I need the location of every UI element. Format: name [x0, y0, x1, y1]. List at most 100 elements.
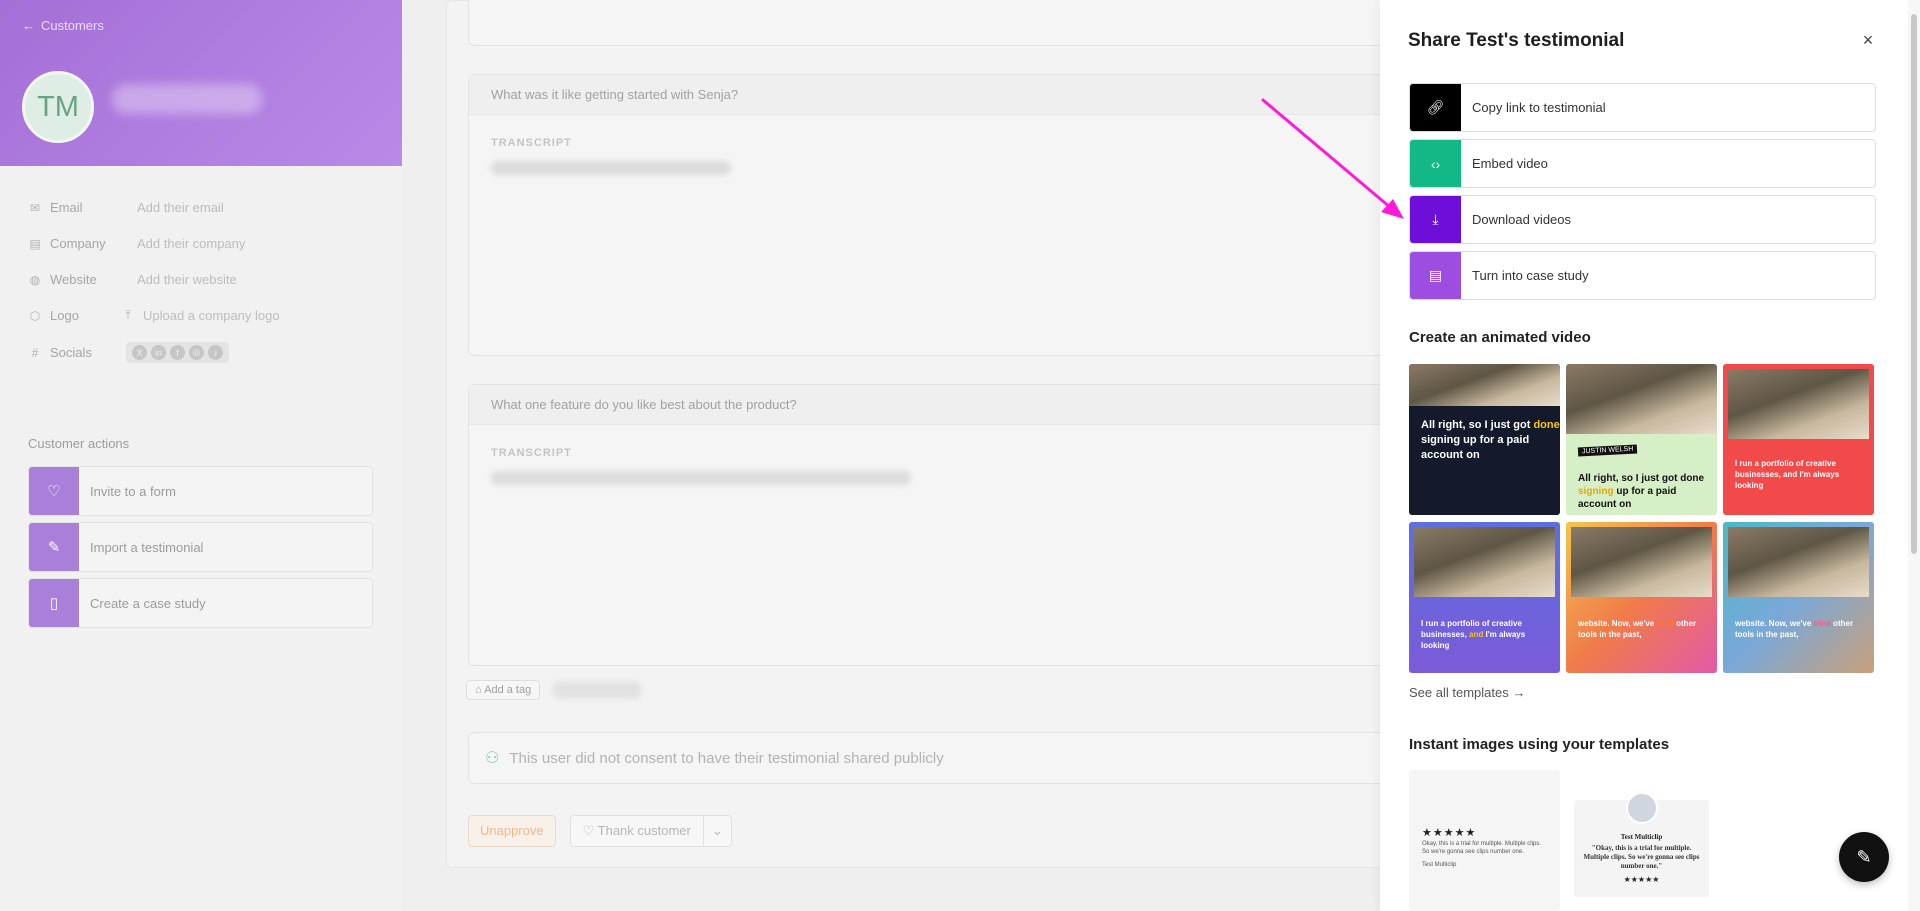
book-icon: ▯ — [29, 579, 79, 627]
video-template-tile[interactable]: I run a portfolio of creative businesses… — [1409, 522, 1560, 673]
building-icon: ▤ — [29, 236, 41, 251]
thank-customer-button[interactable]: ♡ Thank customer ⌄ — [569, 815, 732, 847]
video-template-tile[interactable]: website. Now, we've tried other tools in… — [1566, 522, 1717, 673]
invite-to-form-button[interactable]: ♡ Invite to a form — [28, 466, 373, 516]
testimonial-quote: Okay, this is a trial for multiple. Mult… — [1422, 841, 1541, 855]
share-panel: Share Test's testimonial × 🔗︎ Copy link … — [1380, 0, 1908, 911]
question-box: What one feature do you like best about … — [468, 384, 1488, 666]
create-case-study-button[interactable]: ▯ Create a case study — [28, 578, 373, 628]
heart-icon: ♡ — [29, 467, 79, 515]
video-thumbnail — [1728, 527, 1869, 597]
back-label: Customers — [41, 18, 104, 33]
tag-icon: ⌂ — [475, 684, 482, 696]
image-template-card[interactable]: ★★★★★ Okay, this is a trial for multiple… — [1409, 770, 1560, 911]
chat-support-button[interactable]: ✎ — [1839, 832, 1889, 882]
video-thumbnail — [1566, 364, 1717, 434]
thank-customer-main[interactable]: ♡ Thank customer — [571, 816, 704, 846]
invite-label: Invite to a form — [90, 483, 176, 499]
video-template-tile[interactable]: All right, so I just got done signing up… — [1409, 364, 1560, 515]
video-template-tile[interactable]: website. Now, we've tried other tools in… — [1723, 522, 1874, 673]
see-all-label: See all templates — [1409, 685, 1509, 700]
transcript-redacted — [491, 471, 911, 485]
download-icon: ⤓ — [1410, 196, 1461, 243]
download-videos-button[interactable]: ⤓ Download videos — [1409, 195, 1876, 244]
mail-icon: ✉ — [29, 200, 41, 215]
case-study-button[interactable]: ▤ Turn into case study — [1409, 251, 1876, 300]
facebook-icon[interactable]: f — [170, 345, 185, 360]
download-videos-label: Download videos — [1472, 212, 1572, 227]
testimonial-actions: Unapprove ♡ Thank customer ⌄ — [468, 815, 732, 847]
reviewer-name: Test Multiclip — [1422, 862, 1457, 868]
consent-text: This user did not consent to have their … — [509, 749, 944, 767]
customer-sidebar: ← Customers TM ✉ Email Add their email ▤… — [0, 0, 402, 911]
add-tag-button[interactable]: ⌂ Add a tag — [466, 680, 541, 700]
tag-row: ⌂ Add a tag — [466, 680, 643, 700]
speaker-badge: JUSTIN WELSH — [1577, 444, 1638, 457]
document-icon: ▤ — [1410, 252, 1461, 299]
copy-link-label: Copy link to testimonial — [1472, 100, 1606, 115]
customer-header: ← Customers TM — [0, 0, 402, 166]
email-label: Email — [50, 200, 83, 215]
embed-video-label: Embed video — [1472, 156, 1548, 171]
logo-row[interactable]: ⬡ Logo ⤒ Upload a company logo — [28, 308, 280, 323]
import-label: Import a testimonial — [90, 539, 204, 555]
website-row[interactable]: ◍ Website Add their website — [28, 272, 237, 287]
copy-link-button[interactable]: 🔗︎ Copy link to testimonial — [1409, 83, 1876, 132]
arrow-left-icon: ← — [22, 18, 35, 33]
email-field[interactable]: Add their email — [137, 200, 224, 215]
question-box: What was it like getting started with Se… — [468, 74, 1488, 356]
instant-images-title: Instant images using your templates — [1409, 736, 1670, 753]
video-thumbnail — [1728, 369, 1869, 439]
video-thumbnail — [1571, 527, 1712, 597]
unapprove-button[interactable]: Unapprove — [468, 815, 556, 847]
social-links: X in f ◎ ♪ — [126, 342, 229, 363]
tile-caption: All right, so I just got done signing up… — [1578, 473, 1705, 510]
company-label: Company — [50, 236, 106, 251]
tile-caption: website. Now, we've tried other tools in… — [1735, 619, 1854, 639]
company-row[interactable]: ▤ Company Add their company — [28, 236, 245, 251]
tile-caption: website. Now, we've tried other tools in… — [1578, 619, 1697, 639]
logo-label: Logo — [50, 308, 79, 323]
see-all-templates-link[interactable]: See all templates → — [1409, 685, 1525, 700]
tiktok-icon[interactable]: ♪ — [208, 345, 223, 360]
user-x-icon: ⚇ — [485, 750, 500, 767]
upload-logo-button[interactable]: Upload a company logo — [143, 308, 280, 323]
scrollbar-thumb[interactable] — [1911, 14, 1917, 554]
chevron-down-icon[interactable]: ⌄ — [704, 816, 731, 846]
socials-label: Socials — [50, 345, 92, 360]
video-template-tile[interactable]: JUSTIN WELSH All right, so I just got do… — [1566, 364, 1717, 515]
linkedin-icon[interactable]: in — [151, 345, 166, 360]
instagram-icon[interactable]: ◎ — [189, 345, 204, 360]
customer-actions-title: Customer actions — [28, 436, 130, 451]
arrow-right-icon: → — [1512, 685, 1526, 700]
globe-icon: ◍ — [29, 272, 41, 287]
company-field[interactable]: Add their company — [137, 236, 245, 251]
email-row[interactable]: ✉ Email Add their email — [28, 200, 224, 215]
tag-redacted — [552, 681, 643, 699]
video-thumbnail — [1409, 364, 1560, 406]
heart-handshake-icon: ♡ — [582, 823, 595, 838]
chat-icon: ✎ — [1856, 846, 1872, 867]
image-template-card[interactable]: Test Multiclip "Okay, this is a trial fo… — [1574, 792, 1709, 897]
tile-caption: I run a portfolio of creative businesses… — [1421, 619, 1526, 650]
x-twitter-icon[interactable]: X — [132, 345, 147, 360]
pencil-icon: ✎ — [29, 523, 79, 571]
back-to-customers-link[interactable]: ← Customers — [22, 18, 104, 33]
import-testimonial-button[interactable]: ✎ Import a testimonial — [28, 522, 373, 572]
socials-row: # Socials X in f ◎ ♪ — [28, 342, 229, 363]
avatar[interactable]: TM — [22, 71, 94, 143]
hexagon-icon: ⬡ — [29, 308, 41, 323]
previous-question-box — [468, 0, 1488, 46]
case-study-option-label: Turn into case study — [1472, 268, 1589, 283]
transcript-label: TRANSCRIPT — [491, 447, 572, 459]
website-field[interactable]: Add their website — [137, 272, 237, 287]
embed-video-button[interactable]: ‹› Embed video — [1409, 139, 1876, 188]
transcript-redacted — [491, 161, 731, 175]
video-template-tile[interactable]: I run a portfolio of creative businesses… — [1723, 364, 1874, 515]
thank-customer-label: Thank customer — [597, 823, 691, 838]
testimonial-quote: "Okay, this is a trial for multiple. Mul… — [1583, 844, 1700, 870]
tile-caption: I run a portfolio of creative businesses… — [1735, 459, 1840, 490]
add-tag-label: Add a tag — [484, 684, 532, 696]
close-icon[interactable]: × — [1858, 30, 1878, 50]
reviewer-name: Test Multiclip — [1620, 833, 1663, 841]
